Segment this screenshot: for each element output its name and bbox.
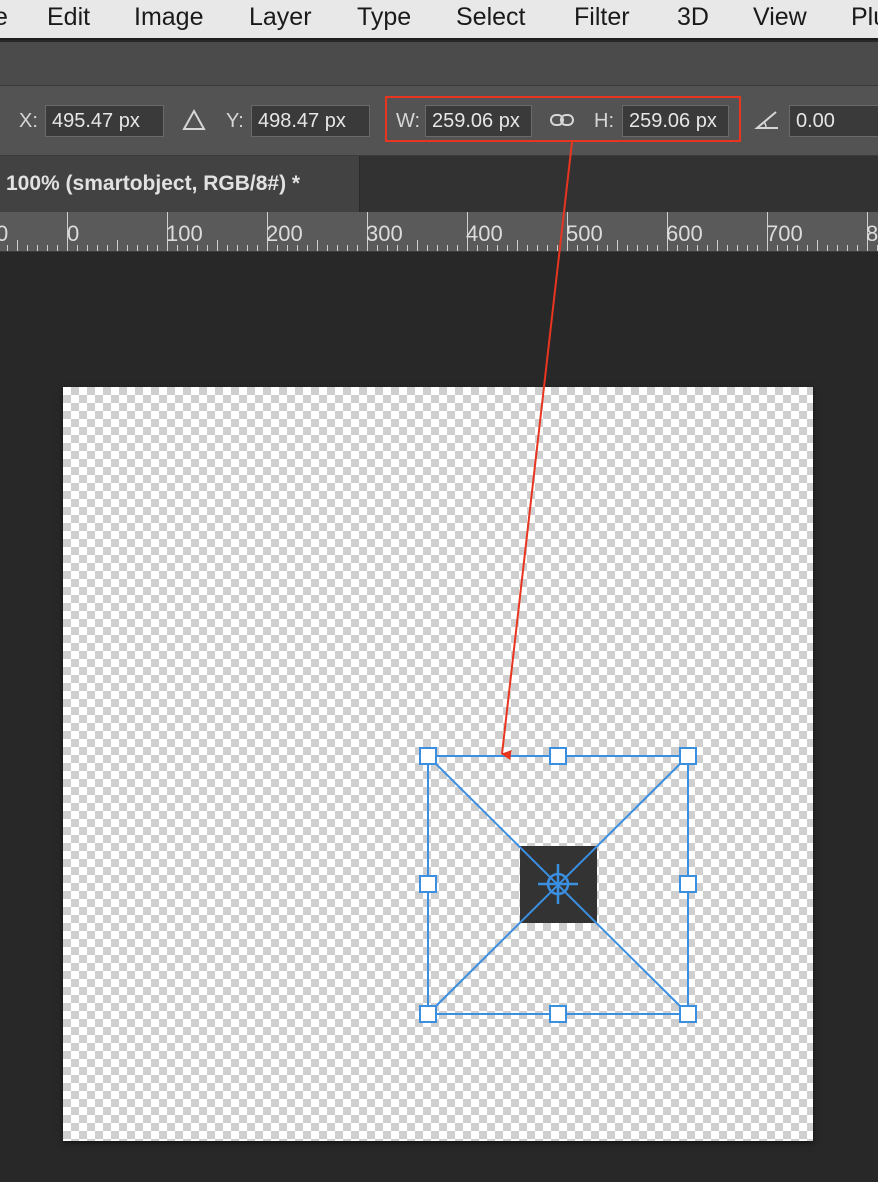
ruler-tick-label: 200 bbox=[266, 221, 303, 246]
ruler-tick-label: 300 bbox=[366, 221, 403, 246]
transparent-canvas[interactable] bbox=[63, 387, 813, 1141]
horizontal-ruler bbox=[0, 212, 878, 252]
ruler-tick-label: 100 bbox=[166, 221, 203, 246]
menu-bar: e Edit Image Layer Type Select Filter 3D… bbox=[0, 0, 878, 40]
ruler-tick-label: 600 bbox=[666, 221, 703, 246]
ruler-tick-label: 8 bbox=[866, 221, 878, 246]
ruler-tick-label: 700 bbox=[766, 221, 803, 246]
y-label: Y: bbox=[226, 110, 244, 132]
angle-input[interactable]: 0.00 bbox=[789, 105, 878, 137]
angle-icon bbox=[754, 111, 778, 129]
highlight-box bbox=[385, 96, 741, 142]
ruler-tick-label: 0 bbox=[67, 221, 80, 246]
x-label: X: bbox=[19, 110, 38, 132]
menu-item-type[interactable]: Type bbox=[357, 2, 411, 32]
y-input[interactable]: 498.47 px bbox=[251, 105, 370, 137]
reference-point-icon[interactable] bbox=[182, 108, 206, 132]
menu-item-view[interactable]: View bbox=[753, 2, 807, 32]
x-input[interactable]: 495.47 px bbox=[45, 105, 164, 137]
document-tab-title: 100% (smartobject, RGB/8#) * bbox=[6, 172, 301, 195]
menu-item-image[interactable]: Image bbox=[134, 2, 203, 32]
menu-item-edit[interactable]: Edit bbox=[47, 2, 90, 32]
menu-item-select[interactable]: Select bbox=[456, 2, 525, 32]
menu-item-filter[interactable]: Filter bbox=[574, 2, 630, 32]
panel-strip bbox=[0, 42, 878, 86]
ruler-tick-label: 500 bbox=[566, 221, 603, 246]
ruler-tick-label: 400 bbox=[466, 221, 503, 246]
menu-item-plugins[interactable]: Plu bbox=[851, 2, 878, 32]
ruler-tick-label: 0 bbox=[0, 221, 9, 246]
menu-item-file[interactable]: e bbox=[0, 2, 8, 32]
menu-item-layer[interactable]: Layer bbox=[249, 2, 312, 32]
menu-item-3d[interactable]: 3D bbox=[677, 2, 709, 32]
